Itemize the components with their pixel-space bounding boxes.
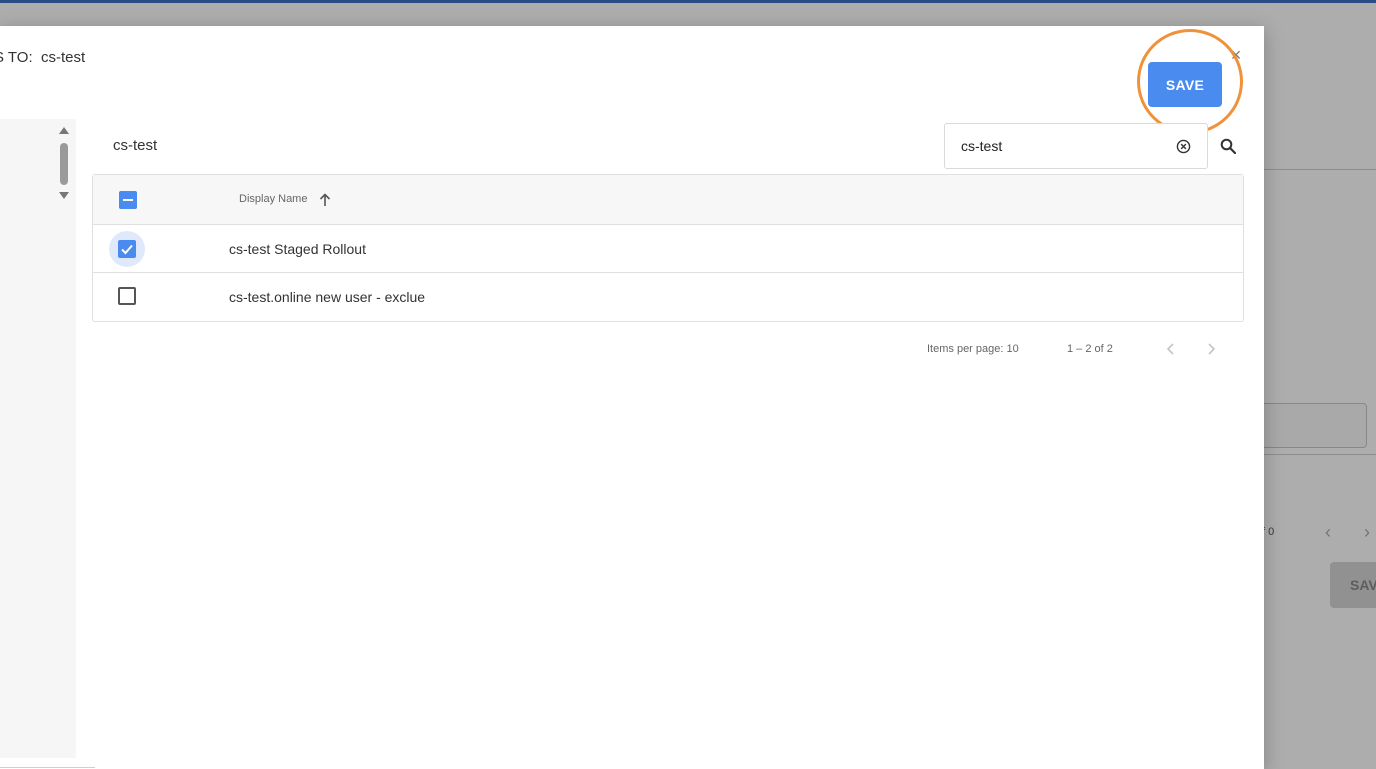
table-row[interactable]: cs-test.online new user - exclue <box>93 273 1243 321</box>
pager-range-label: 1 – 2 of 2 <box>1067 343 1113 355</box>
select-all-checkbox[interactable] <box>119 191 137 209</box>
left-panel <box>0 119 76 758</box>
close-icon[interactable]: × <box>1226 45 1246 65</box>
row-checkbox[interactable] <box>118 240 136 258</box>
chevron-right-icon[interactable] <box>1203 341 1219 357</box>
row-display-name: cs-test.online new user - exclue <box>229 289 426 305</box>
arrow-up-icon[interactable] <box>319 193 331 207</box>
scroll-down-arrow-icon[interactable] <box>59 192 69 199</box>
group-title: cs-test <box>113 137 158 154</box>
dialog-title: S TO: cs-test <box>0 49 85 66</box>
scroll-up-arrow-icon[interactable] <box>59 127 69 134</box>
chevron-left-icon[interactable] <box>1163 341 1179 357</box>
scrollbar-thumb[interactable] <box>60 143 68 185</box>
search-input[interactable] <box>961 136 1161 156</box>
clear-icon[interactable] <box>1176 139 1191 154</box>
search-field[interactable] <box>944 123 1208 169</box>
row-checkbox[interactable] <box>118 287 136 305</box>
dialog-title-value: cs-test <box>40 49 86 66</box>
search-icon[interactable] <box>1220 138 1236 154</box>
groups-table: Display Name cs-test Staged Rollout cs-t… <box>92 174 1244 322</box>
column-header-display-name[interactable]: Display Name <box>239 193 307 205</box>
table-row[interactable]: cs-test Staged Rollout <box>93 225 1243 273</box>
checkmark-icon <box>121 244 133 255</box>
divider <box>0 767 95 768</box>
dialog-title-prefix: S TO: <box>0 49 33 66</box>
save-button[interactable]: SAVE <box>1148 62 1222 107</box>
row-display-name: cs-test Staged Rollout <box>229 241 366 257</box>
items-per-page-label[interactable]: Items per page: 10 <box>927 343 1019 355</box>
table-header: Display Name <box>93 175 1243 225</box>
